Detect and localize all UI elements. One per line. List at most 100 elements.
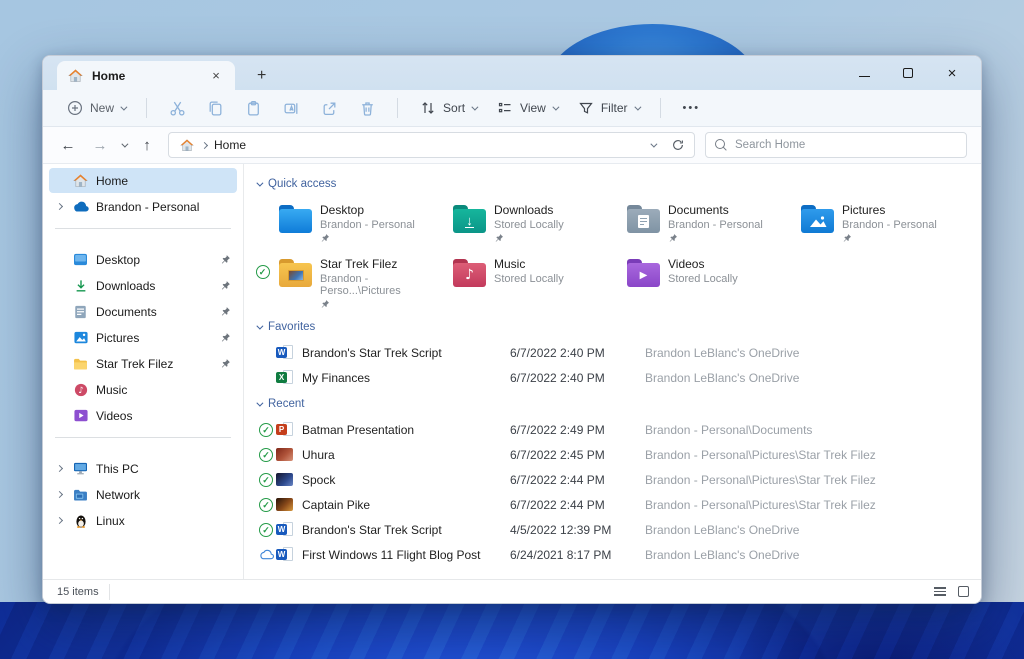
word-file-icon: W <box>276 345 294 360</box>
new-label: New <box>90 101 115 115</box>
up-button[interactable]: ↑ <box>136 137 158 154</box>
back-button[interactable]: ← <box>57 137 79 154</box>
chevron-down-icon <box>552 103 560 111</box>
file-row[interactable]: ✓ P Batman Presentation 6/7/2022 2:49 PM… <box>256 417 981 442</box>
tile-star-trek-filez[interactable]: ✓ Star Trek Filez Brandon - Perso...\Pic… <box>254 256 428 309</box>
share-button[interactable] <box>313 94 345 122</box>
sidebar-item-label: Star Trek Filez <box>96 356 174 371</box>
linux-penguin-icon <box>72 512 89 529</box>
sidebar-item-downloads[interactable]: Downloads <box>49 273 237 298</box>
sidebar-item-label: Downloads <box>96 278 156 293</box>
status-bar: 15 items <box>43 579 981 603</box>
paste-button[interactable] <box>237 94 269 122</box>
tab-close-button[interactable]: × <box>207 67 225 85</box>
wallpaper-bloom-bottom <box>0 602 1024 659</box>
sidebar-divider <box>55 437 231 438</box>
sidebar-item-network[interactable]: Network <box>49 482 237 507</box>
large-icons-view-button[interactable] <box>958 586 969 597</box>
sidebar-item-pictures[interactable]: Pictures <box>49 325 237 350</box>
sync-check-icon: ✓ <box>259 522 273 537</box>
home-icon <box>72 172 89 189</box>
file-row[interactable]: ✓ W Brandon's Star Trek Script 4/5/2022 … <box>256 517 981 542</box>
plus-circle-icon <box>66 99 84 117</box>
photo-thumbnail <box>276 473 293 486</box>
copy-button[interactable] <box>199 94 231 122</box>
file-row[interactable]: W Brandon's Star Trek Script 6/7/2022 2:… <box>256 340 981 365</box>
sidebar-item-onedrive[interactable]: Brandon - Personal <box>49 194 237 219</box>
expand-chevron-icon[interactable] <box>55 464 63 473</box>
expand-chevron-icon[interactable] <box>55 202 63 211</box>
expand-chevron-icon[interactable] <box>55 490 63 499</box>
download-arrow-icon <box>72 277 89 294</box>
filter-label: Filter <box>600 101 628 115</box>
pin-icon <box>842 233 937 243</box>
pin-icon <box>320 233 415 243</box>
sidebar-item-star-trek-filez[interactable]: Star Trek Filez <box>49 351 237 376</box>
sidebar-item-linux[interactable]: Linux <box>49 508 237 533</box>
more-options-button[interactable]: ••• <box>675 98 709 118</box>
tab-bar: Home × + × <box>43 56 981 90</box>
pin-icon <box>220 358 231 369</box>
sidebar-item-documents[interactable]: Documents <box>49 299 237 324</box>
sidebar-item-home[interactable]: Home <box>49 168 237 193</box>
delete-button[interactable] <box>351 94 383 122</box>
sidebar-item-label: This PC <box>96 461 139 476</box>
music-folder-icon: ♪ <box>453 259 486 287</box>
sort-button[interactable]: Sort <box>412 94 483 122</box>
file-row[interactable]: ✓ Spock 6/7/2022 2:44 PM Brandon - Perso… <box>256 467 981 492</box>
sidebar-item-videos[interactable]: Videos <box>49 403 237 428</box>
expand-chevron-icon[interactable] <box>55 516 63 525</box>
address-bar[interactable]: Home <box>168 132 695 158</box>
file-row[interactable]: W First Windows 11 Flight Blog Post 6/24… <box>256 542 981 567</box>
pin-icon <box>220 254 231 265</box>
cut-button[interactable] <box>161 94 193 122</box>
sync-check-icon: ✓ <box>255 265 270 279</box>
close-button[interactable]: × <box>945 65 959 82</box>
view-button[interactable]: View <box>489 94 564 122</box>
address-dropdown-icon[interactable] <box>650 140 658 148</box>
history-chevron-icon[interactable] <box>121 140 129 148</box>
file-row[interactable]: ✓ Uhura 6/7/2022 2:45 PM Brandon - Perso… <box>256 442 981 467</box>
search-input[interactable] <box>735 139 957 151</box>
sidebar-item-music[interactable]: ♪ Music <box>49 377 237 402</box>
section-header-quick-access[interactable]: Quick access <box>256 178 981 190</box>
tile-videos[interactable]: ▶ Videos Stored Locally <box>602 256 776 309</box>
pin-icon <box>668 233 763 243</box>
tile-music[interactable]: ♪ Music Stored Locally <box>428 256 602 309</box>
sidebar-item-label: Documents <box>96 304 157 319</box>
search-box[interactable] <box>705 132 967 158</box>
maximize-button[interactable] <box>901 66 915 80</box>
rename-button[interactable] <box>275 94 307 122</box>
tile-downloads[interactable]: ↓ Downloads Stored Locally <box>428 202 602 243</box>
sync-check-icon: ✓ <box>259 422 273 437</box>
forward-button[interactable]: → <box>89 137 111 154</box>
minimize-button[interactable] <box>857 66 871 80</box>
new-button[interactable]: New <box>59 94 132 122</box>
star-trek-folder-icon <box>279 259 312 287</box>
documents-folder-icon <box>627 205 660 233</box>
collapse-chevron-icon <box>256 179 264 187</box>
sidebar-item-label: Network <box>96 487 141 502</box>
tile-desktop[interactable]: Desktop Brandon - Personal <box>254 202 428 243</box>
toolbar-divider <box>146 98 148 118</box>
file-row[interactable]: ✓ Captain Pike 6/7/2022 2:44 PM Brandon … <box>256 492 981 517</box>
tile-documents[interactable]: Documents Brandon - Personal <box>602 202 776 243</box>
section-header-recent[interactable]: Recent <box>256 398 981 410</box>
sidebar-item-desktop[interactable]: Desktop <box>49 247 237 272</box>
section-header-favorites[interactable]: Favorites <box>256 321 981 333</box>
refresh-icon[interactable] <box>671 138 685 152</box>
favorites-list: W Brandon's Star Trek Script 6/7/2022 2:… <box>254 340 981 390</box>
filter-button[interactable]: Filter <box>570 94 646 122</box>
sidebar-item-this-pc[interactable]: This PC <box>49 456 237 481</box>
details-view-button[interactable] <box>934 587 946 596</box>
file-row[interactable]: X My Finances 6/7/2022 2:40 PM Brandon L… <box>256 365 981 390</box>
chevron-down-icon <box>633 103 641 111</box>
breadcrumb-home[interactable]: Home <box>214 138 246 152</box>
items-view: Quick access Desktop Brandon - Personal … <box>244 164 981 579</box>
tile-pictures[interactable]: Pictures Brandon - Personal <box>776 202 950 243</box>
pin-icon <box>494 233 564 243</box>
new-tab-button[interactable]: + <box>257 61 266 90</box>
sync-check-icon: ✓ <box>259 472 273 487</box>
tab-home[interactable]: Home × <box>57 61 235 90</box>
search-icon <box>715 139 727 151</box>
